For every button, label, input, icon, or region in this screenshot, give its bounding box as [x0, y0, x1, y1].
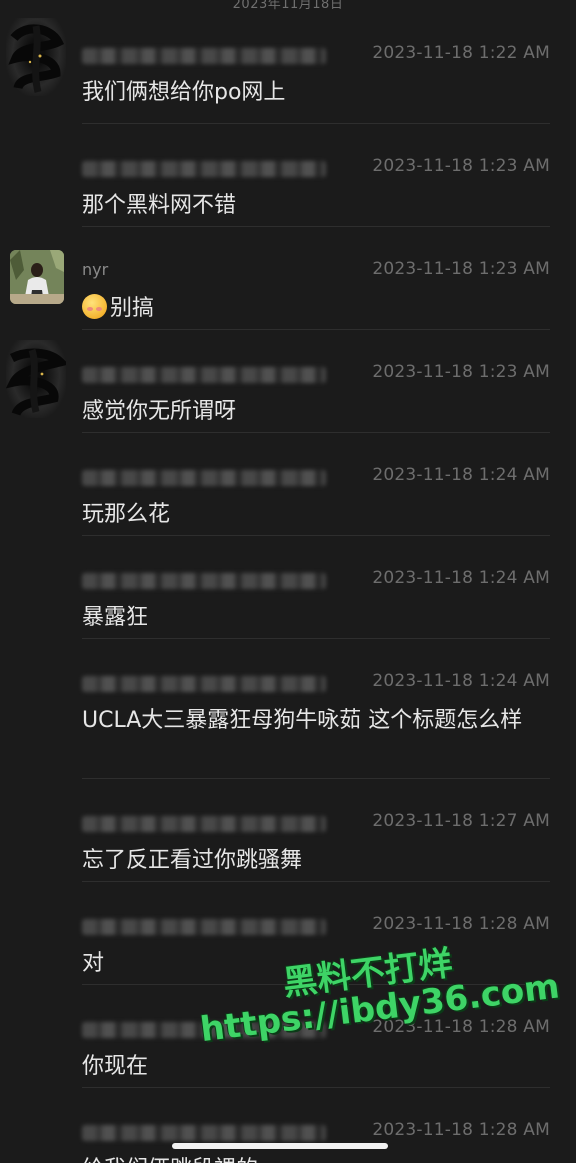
message-item[interactable]: 2023-11-18 1:24 AM 玩那么花 — [0, 432, 576, 536]
message-item[interactable]: 2023-11-18 1:24 AM 暴露狂 — [0, 535, 576, 639]
sender-name-redacted — [82, 1125, 326, 1141]
sender-name-redacted — [82, 470, 326, 486]
message-timestamp: 2023-11-18 1:23 AM — [372, 362, 550, 382]
message-text: 给我们俩跳段裸的 — [82, 1153, 554, 1163]
message-timestamp: 2023-11-18 1:28 AM — [372, 1120, 550, 1140]
message-item[interactable]: nyr 2023-11-18 1:23 AM 别搞 — [0, 226, 576, 330]
divider — [82, 638, 550, 639]
blushing-smile-emoji-icon — [82, 294, 107, 319]
divider — [82, 329, 550, 330]
sender-name-redacted — [82, 816, 326, 832]
divider — [82, 535, 550, 536]
sender-name-redacted — [82, 48, 326, 64]
message-item[interactable]: 2023-11-18 1:23 AM 那个黑料网不错 — [0, 123, 576, 227]
sender-name-redacted — [82, 573, 326, 589]
message-text: 暴露狂 — [82, 605, 149, 630]
message-text: 那个黑料网不错 — [82, 193, 237, 218]
message-timestamp: 2023-11-18 1:23 AM — [372, 259, 550, 279]
message-text-content: 别搞 — [110, 296, 155, 321]
home-indicator[interactable] — [172, 1143, 388, 1149]
message-text: 忘了反正看过你跳骚舞 — [82, 848, 303, 873]
divider — [82, 1087, 550, 1088]
message-timestamp: 2023-11-18 1:23 AM — [372, 156, 550, 176]
message-item[interactable]: 2023-11-18 1:27 AM 忘了反正看过你跳骚舞 — [0, 778, 576, 882]
message-item[interactable]: 2023-11-18 1:23 AM 感觉你无所谓呀 — [0, 329, 576, 433]
sender-name: nyr — [82, 260, 109, 279]
divider — [82, 778, 550, 779]
sender-name-redacted — [82, 676, 326, 692]
message-text: UCLA大三暴露狂母狗牛咏茹 这个标题怎么样 — [82, 708, 523, 733]
message-text: 我们俩想给你po网上 — [82, 80, 286, 105]
message-text: 别搞 — [82, 292, 554, 326]
divider — [82, 123, 550, 124]
message-timestamp: 2023-11-18 1:27 AM — [372, 811, 550, 831]
divider — [82, 226, 550, 227]
chat-screen: 2023年11月18日 2023-11-18 1:22 AM 我们俩想给你po网… — [0, 0, 576, 1163]
sender-name-redacted — [82, 367, 326, 383]
sender-name-redacted — [82, 161, 326, 177]
message-timestamp: 2023-11-18 1:22 AM — [372, 43, 550, 63]
message-text: 感觉你无所谓呀 — [82, 399, 237, 424]
message-timestamp: 2023-11-18 1:24 AM — [372, 568, 550, 588]
message-item[interactable]: 2023-11-18 1:28 AM 给我们俩跳段裸的 — [0, 1087, 576, 1163]
message-timestamp: 2023-11-18 1:24 AM — [372, 465, 550, 485]
message-timestamp: 2023-11-18 1:24 AM — [372, 671, 550, 691]
divider — [82, 881, 550, 882]
message-item[interactable]: 2023-11-18 1:22 AM 我们俩想给你po网上 — [0, 10, 576, 114]
message-item[interactable]: 2023-11-18 1:24 AM UCLA大三暴露狂母狗牛咏茹 这个标题怎么… — [0, 638, 576, 778]
divider — [82, 432, 550, 433]
message-text: 玩那么花 — [82, 502, 171, 527]
